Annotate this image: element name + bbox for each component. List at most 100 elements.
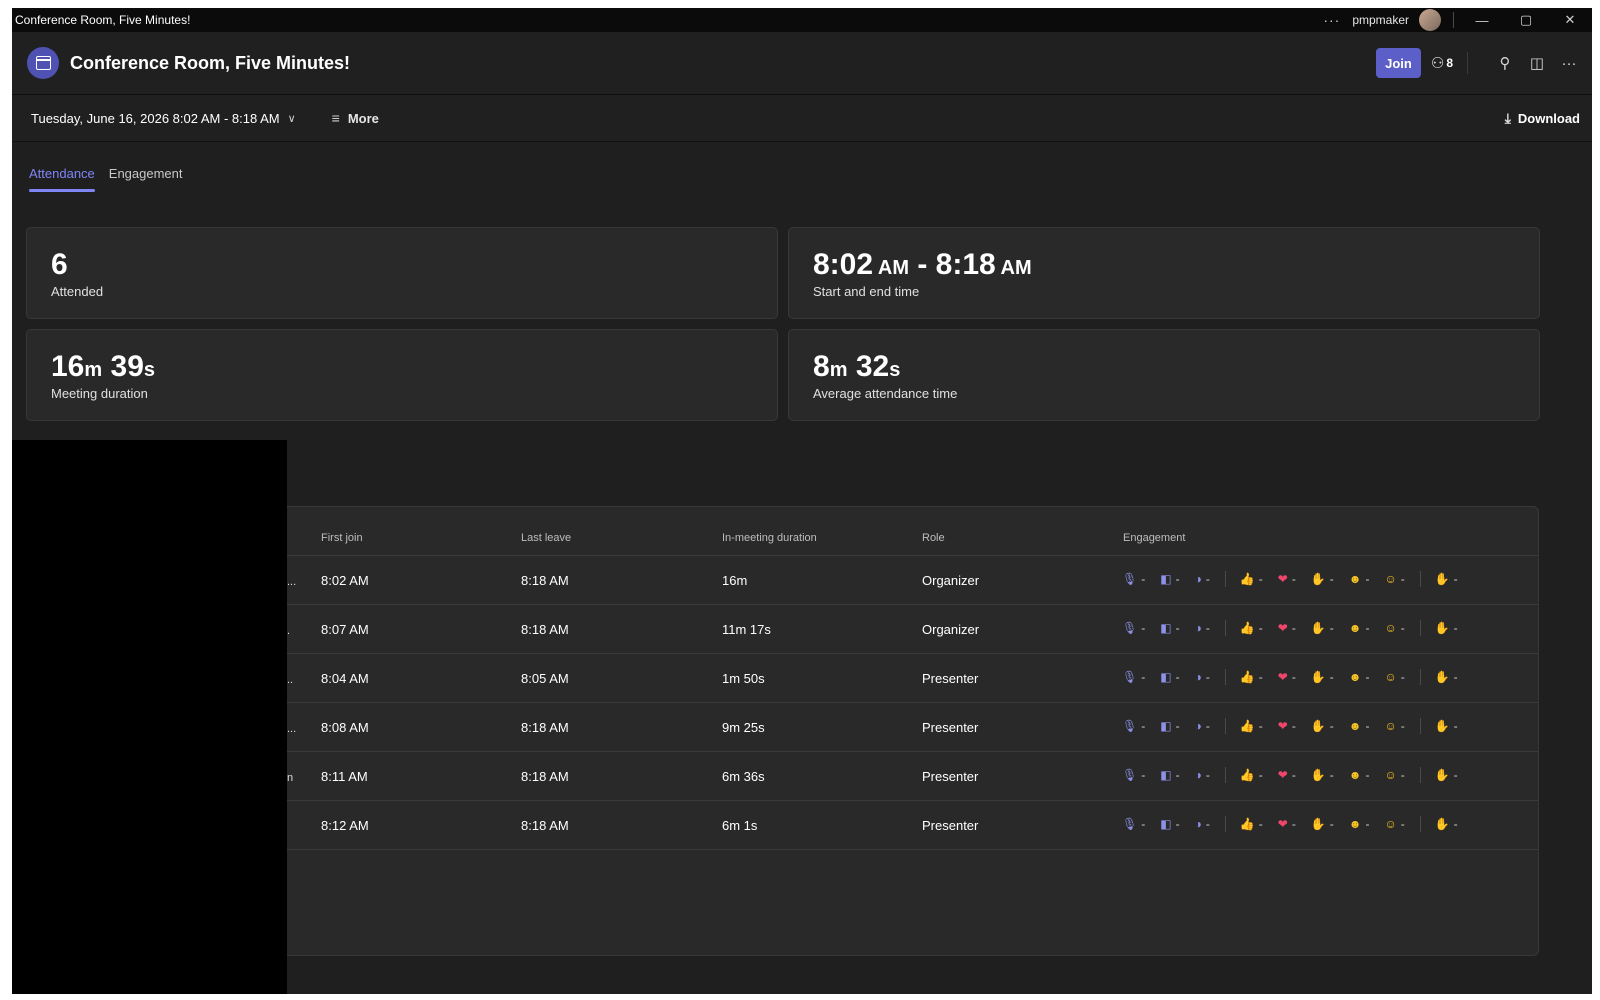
engagement-raised-hand: ✋ - — [1434, 719, 1458, 733]
engagement-screen-share: ◑ - — [1194, 670, 1210, 684]
header-first-join[interactable]: First join — [321, 532, 363, 544]
attended-label: Attended — [51, 284, 104, 299]
engagement-thumbs-up: 👍 - — [1239, 768, 1263, 782]
minimize-button[interactable]: — — [1460, 8, 1504, 32]
heart-icon: ❤ — [1277, 768, 1288, 782]
engagement-laugh: ☻ - — [1348, 719, 1370, 733]
more-options-icon[interactable]: ··· — [1560, 55, 1578, 72]
engagement-divider — [1224, 718, 1226, 734]
engagement-clap: ✋ - — [1310, 572, 1334, 586]
truncated-name-edge: ... — [287, 723, 297, 735]
header-last-leave[interactable]: Last leave — [521, 532, 571, 544]
engagement-mic: 🎙 - — [1122, 670, 1146, 684]
engagement-surprised: ☺ - — [1384, 817, 1405, 831]
avatar[interactable] — [1419, 9, 1441, 31]
engagement-raised-hand: ✋ - — [1434, 621, 1458, 635]
search-icon[interactable]: ⚲ — [1496, 54, 1514, 72]
tab-attendance[interactable]: Attendance — [29, 166, 95, 192]
heart-icon: ❤ — [1277, 817, 1288, 831]
participants-button[interactable]: ⚇ 8 — [1431, 54, 1453, 72]
redacted-region — [12, 440, 287, 994]
table-row[interactable]: n 8:11 AM 8:18 AM 6m 36s Presenter 🎙 - ◧ - ◑ - 👍 - ❤ -… — [287, 752, 1538, 801]
engagement-camera: ◧ - — [1160, 768, 1180, 782]
engagement-surprised: ☺ - — [1384, 719, 1405, 733]
report-toolbar: Tuesday, June 16, 2026 8:02 AM - 8:18 AM… — [12, 95, 1592, 142]
table-header: First join Last leave In-meeting duratio… — [287, 507, 1538, 556]
cell-role: Organizer — [922, 573, 980, 588]
maximize-button[interactable]: ▢ — [1504, 8, 1548, 32]
heart-icon: ❤ — [1277, 670, 1288, 684]
engagement-cell: 🎙 - ◧ - ◑ - 👍 - ❤ - ✋ - ☻ - ☺ - ✋ - — [1122, 718, 1473, 734]
download-button[interactable]: ⤓ Download — [1505, 95, 1580, 141]
time-card: 8:02 AM - 8:18 AM Start and end time — [788, 227, 1540, 319]
cell-first-join: 8:08 AM — [321, 720, 369, 735]
header-engagement[interactable]: Engagement — [1123, 532, 1185, 544]
engagement-screen-share: ◑ - — [1194, 768, 1210, 782]
header-duration[interactable]: In-meeting duration — [722, 532, 817, 544]
tab-engagement[interactable]: Engagement — [109, 166, 183, 192]
engagement-cell: 🎙 - ◧ - ◑ - 👍 - ❤ - ✋ - ☻ - ☺ - ✋ - — [1122, 571, 1473, 587]
average-label: Average attendance time — [813, 386, 958, 401]
engagement-divider — [1224, 816, 1226, 832]
engagement-raised-hand: ✋ - — [1434, 817, 1458, 831]
join-button[interactable]: Join — [1376, 48, 1421, 78]
engagement-laugh: ☻ - — [1348, 621, 1370, 635]
engagement-mic: 🎙 - — [1122, 621, 1146, 635]
cell-duration: 1m 50s — [722, 671, 765, 686]
duration-label: Meeting duration — [51, 386, 148, 401]
filter-icon: ≡ — [331, 110, 340, 126]
surprised-icon: ☺ — [1384, 670, 1397, 684]
engagement-thumbs-up: 👍 - — [1239, 817, 1263, 831]
engagement-surprised: ☺ - — [1384, 768, 1405, 782]
engagement-screen-share: ◑ - — [1194, 621, 1210, 635]
clap-icon: ✋ — [1310, 817, 1326, 831]
table-row[interactable]: . 8:07 AM 8:18 AM 11m 17s Organizer 🎙 - ◧ - ◑ - 👍 - ❤… — [287, 605, 1538, 654]
engagement-clap: ✋ - — [1310, 768, 1334, 782]
laugh-icon: ☻ — [1348, 817, 1362, 831]
engagement-heart: ❤ - — [1277, 768, 1296, 782]
window-titlebar: Conference Room, Five Minutes! ··· pmpma… — [12, 8, 1592, 32]
meeting-duration: 16m 39s — [51, 350, 156, 383]
engagement-laugh: ☻ - — [1348, 572, 1370, 586]
raised-hand-icon: ✋ — [1434, 768, 1450, 782]
table-row[interactable]: 8:12 AM 8:18 AM 6m 1s Presenter 🎙 - ◧ - ◑ - 👍 - ❤ - ✋ -… — [287, 801, 1538, 850]
people-icon: ⚇ — [1430, 55, 1445, 72]
cell-first-join: 8:11 AM — [321, 769, 368, 784]
engagement-camera: ◧ - — [1160, 572, 1180, 586]
engagement-raised-hand: ✋ - — [1434, 768, 1458, 782]
attended-count: 6 — [51, 248, 68, 281]
engagement-mic: 🎙 - — [1122, 768, 1146, 782]
laugh-icon: ☻ — [1348, 719, 1362, 733]
more-filter-button[interactable]: ≡ More — [332, 110, 379, 126]
meeting-title: Conference Room, Five Minutes! — [70, 52, 351, 73]
user-name[interactable]: pmpmaker — [1352, 13, 1409, 27]
cell-role: Organizer — [922, 622, 980, 637]
date-range-dropdown[interactable]: Tuesday, June 16, 2026 8:02 AM - 8:18 AM… — [31, 111, 296, 126]
table-row[interactable]: ... 8:02 AM 8:18 AM 16m Organizer 🎙 - ◧ - ◑ - 👍 - ❤ - ✋… — [287, 556, 1538, 605]
screen-share-icon: ◑ — [1194, 768, 1202, 782]
engagement-thumbs-up: 👍 - — [1239, 670, 1263, 684]
surprised-icon: ☺ — [1384, 768, 1397, 782]
laugh-icon: ☻ — [1348, 670, 1362, 684]
engagement-cell: 🎙 - ◧ - ◑ - 👍 - ❤ - ✋ - ☻ - ☺ - ✋ - — [1122, 669, 1473, 685]
side-panel-icon[interactable]: ◫ — [1528, 54, 1546, 72]
engagement-heart: ❤ - — [1277, 572, 1296, 586]
close-button[interactable]: ✕ — [1548, 8, 1592, 32]
camera-icon: ◧ — [1160, 670, 1172, 684]
time-label: Start and end time — [813, 284, 920, 299]
engagement-raised-hand: ✋ - — [1434, 670, 1458, 684]
table-row[interactable]: .. 8:04 AM 8:05 AM 1m 50s Presenter 🎙 - ◧ - ◑ - 👍 - ❤… — [287, 654, 1538, 703]
thumbs-up-icon: 👍 — [1239, 670, 1255, 684]
thumbs-up-icon: 👍 — [1239, 621, 1255, 635]
engagement-laugh: ☻ - — [1348, 768, 1370, 782]
chevron-down-icon: ∨ — [287, 112, 296, 125]
titlebar-more-icon[interactable]: ··· — [1323, 12, 1340, 28]
truncated-name-edge: ... — [287, 576, 297, 588]
header-role[interactable]: Role — [922, 532, 945, 544]
cell-first-join: 8:02 AM — [321, 573, 369, 588]
screen-share-icon: ◑ — [1194, 719, 1202, 733]
surprised-icon: ☺ — [1384, 572, 1397, 586]
table-row[interactable]: ... 8:08 AM 8:18 AM 9m 25s Presenter 🎙 - ◧ - ◑ - 👍 -… — [287, 703, 1538, 752]
engagement-screen-share: ◑ - — [1194, 719, 1210, 733]
engagement-camera: ◧ - — [1160, 621, 1180, 635]
